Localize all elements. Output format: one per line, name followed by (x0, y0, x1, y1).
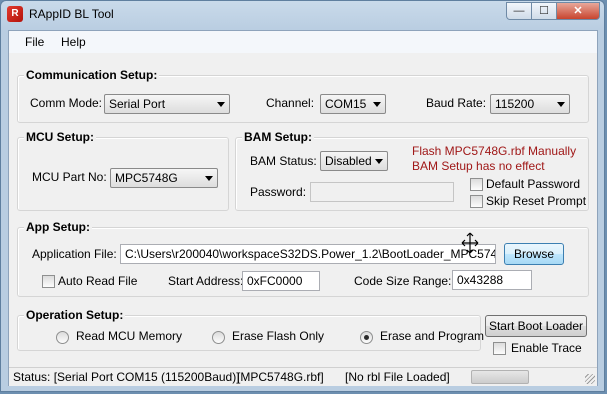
start-address-field[interactable]: 0xFC0000 (242, 271, 320, 291)
erase-flash-only-radio[interactable] (212, 331, 225, 344)
close-icon: ✕ (573, 5, 583, 17)
bam-status-label: BAM Status: (250, 154, 317, 168)
mcu-part-label: MCU Part No: (32, 170, 107, 184)
read-mcu-memory-radio[interactable] (56, 331, 69, 344)
app-window: R RAppID BL Tool — ☐ ✕ File Help Communi… (0, 0, 605, 392)
menu-file[interactable]: File (25, 35, 44, 49)
status-connection: Status: [Serial Port COM15 (115200Baud)] (13, 370, 240, 384)
read-mcu-memory-label: Read MCU Memory (76, 329, 183, 343)
application-file-label: Application File: (32, 247, 117, 261)
operation-setup-title: Operation Setup: (24, 308, 126, 322)
bam-note-line1: Flash MPC5748G.rbf Manually (412, 144, 577, 158)
password-label: Password: (250, 185, 307, 199)
close-button[interactable]: ✕ (556, 2, 600, 20)
communication-setup-group: Communication Setup: Comm Mode: Serial P… (17, 68, 589, 123)
browse-button[interactable]: Browse (504, 243, 564, 265)
chevron-down-icon (217, 102, 225, 107)
enable-trace-checkbox[interactable] (493, 342, 506, 355)
window-title: RAppID BL Tool (29, 7, 114, 21)
status-bar: Status: [Serial Port COM15 (115200Baud)]… (9, 367, 597, 386)
erase-and-program-label: Erase and Program (380, 329, 485, 343)
channel-select[interactable]: COM15 (320, 94, 386, 114)
maximize-icon: ☐ (539, 5, 549, 17)
title-bar[interactable]: R RAppID BL Tool — ☐ ✕ (1, 1, 604, 29)
bam-setup-title: BAM Setup: (242, 130, 314, 144)
baud-rate-label: Baud Rate: (426, 96, 487, 110)
chevron-down-icon (557, 102, 565, 107)
auto-read-checkbox[interactable] (42, 275, 55, 288)
status-progress-bar (471, 370, 529, 384)
baud-rate-select[interactable]: 115200 (490, 94, 570, 114)
code-size-label: Code Size Range: (354, 274, 452, 288)
app-setup-title: App Setup: (24, 220, 92, 234)
channel-value: COM15 (325, 97, 367, 111)
app-setup-group: App Setup: Application File: C:\Users\r2… (17, 220, 589, 297)
mcu-part-select[interactable]: MPC5748G (110, 168, 218, 188)
resize-grip-icon[interactable] (585, 374, 595, 384)
application-file-field[interactable]: C:\Users\r200040\workspaceS32DS.Power_1.… (120, 244, 496, 264)
operation-setup-group: Operation Setup: Read MCU Memory Erase F… (17, 308, 485, 351)
client-area: File Help Communication Setup: Comm Mode… (8, 30, 598, 386)
status-rbf-file: [MPC5748G.rbf] (237, 370, 324, 384)
mcu-setup-title: MCU Setup: (24, 130, 96, 144)
mcu-part-value: MPC5748G (115, 171, 178, 185)
comm-mode-select[interactable]: Serial Port (104, 94, 230, 114)
comm-mode-value: Serial Port (109, 97, 166, 111)
skip-reset-checkbox[interactable] (470, 195, 483, 208)
comm-mode-label: Comm Mode: (30, 96, 103, 110)
enable-trace-label: Enable Trace (511, 341, 582, 355)
mcu-setup-group: MCU Setup: MCU Part No: MPC5748G (17, 130, 229, 211)
communication-setup-title: Communication Setup: (24, 68, 160, 82)
app-icon: R (7, 6, 23, 22)
bam-setup-group: BAM Setup: BAM Status: Disabled Flash MP… (235, 130, 589, 211)
chevron-down-icon (373, 102, 381, 107)
maximize-button[interactable]: ☐ (531, 2, 557, 20)
default-password-label: Default Password (486, 177, 581, 191)
start-address-label: Start Address: (168, 274, 244, 288)
erase-flash-only-label: Erase Flash Only (232, 329, 325, 343)
bam-status-value: Disabled (325, 154, 372, 168)
bam-status-select[interactable]: Disabled (320, 151, 388, 171)
chevron-down-icon (375, 159, 383, 164)
start-boot-loader-button[interactable]: Start Boot Loader (485, 315, 587, 337)
status-rbl-file: [No rbl File Loaded] (345, 370, 450, 384)
minimize-button[interactable]: — (506, 2, 532, 20)
menu-bar: File Help (9, 31, 597, 53)
baud-rate-value: 115200 (495, 97, 535, 111)
auto-read-label: Auto Read File (58, 274, 138, 288)
skip-reset-label: Skip Reset Prompt (486, 194, 587, 208)
mouse-cursor-icon (461, 232, 479, 254)
erase-and-program-radio[interactable] (360, 331, 373, 344)
code-size-field[interactable]: 0x43288 (452, 270, 532, 290)
chevron-down-icon (205, 176, 213, 181)
bam-note-line2: BAM Setup has no effect (412, 159, 545, 173)
default-password-checkbox[interactable] (470, 178, 483, 191)
channel-label: Channel: (266, 96, 315, 110)
password-field[interactable] (310, 182, 454, 202)
minimize-icon: — (513, 5, 525, 17)
menu-help[interactable]: Help (61, 35, 86, 49)
